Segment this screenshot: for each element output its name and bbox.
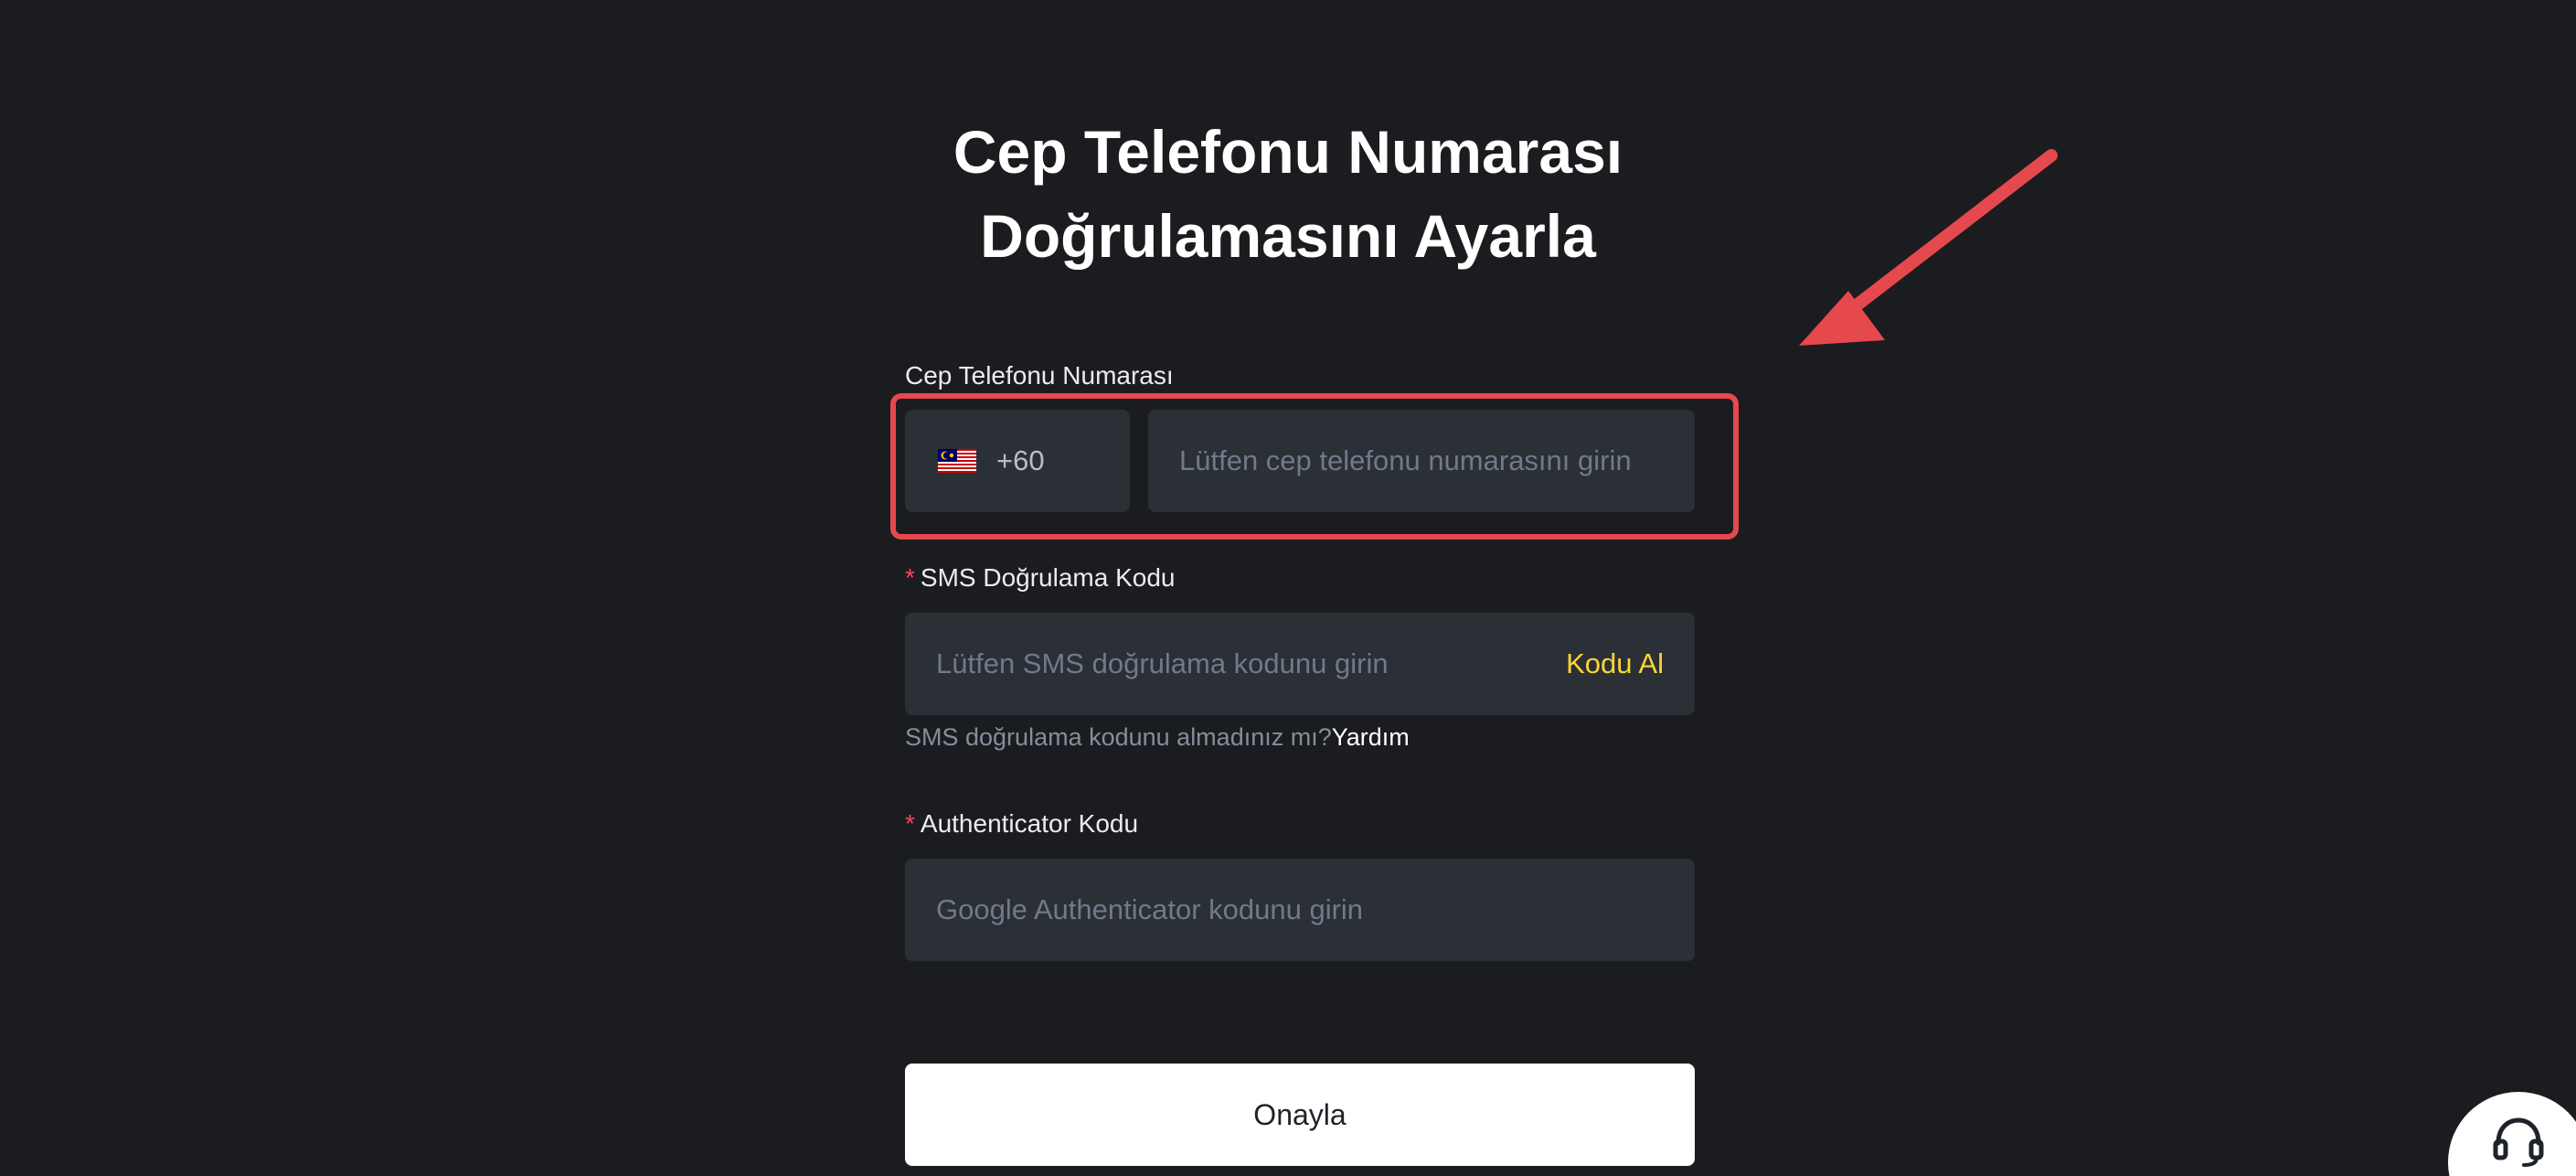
page: Cep Telefonu Numarası Doğrulamasını Ayar… [0,0,2576,1176]
phone-label: Cep Telefonu Numarası [905,361,1174,390]
authenticator-code-placeholder: Google Authenticator kodunu girin [936,893,1364,925]
sms-help-line: SMS doğrulama kodunu almadınız mı?Yardım [905,721,1410,754]
sms-code-input[interactable]: Lütfen SMS doğrulama kodunu girin Kodu A… [905,613,1695,715]
country-code-select[interactable]: +60 [905,410,1130,512]
sms-code-label-text: SMS Doğrulama Kodu [920,563,1176,592]
authenticator-code-input[interactable]: Google Authenticator kodunu girin [905,859,1695,961]
authenticator-label-text: Authenticator Kodu [920,809,1139,838]
page-title-line-2: Doğrulamasını Ayarla [980,202,1596,270]
required-mark: * [905,809,915,838]
sms-help-text: SMS doğrulama kodunu almadınız mı? [905,723,1332,751]
sms-code-label: * SMS Doğrulama Kodu [905,561,1175,594]
phone-number-placeholder: Lütfen cep telefonu numarasını girin [1179,444,1632,476]
page-title-line-1: Cep Telefonu Numarası [953,118,1623,186]
sms-code-placeholder: Lütfen SMS doğrulama kodunu girin [936,647,1389,679]
malaysia-flag-icon [938,449,976,473]
required-mark: * [905,563,915,592]
phone-number-input[interactable]: Lütfen cep telefonu numarasını girin [1148,410,1695,512]
get-code-button[interactable]: Kodu Al [1566,647,1664,680]
confirm-button[interactable]: Onayla [905,1064,1695,1166]
help-link[interactable]: Yardım [1332,723,1410,751]
headset-icon [2493,1117,2544,1167]
country-code-value: +60 [996,444,1045,476]
authenticator-label: * Authenticator Kodu [905,807,1138,840]
page-title: Cep Telefonu Numarası Doğrulamasını Ayar… [0,110,2576,278]
support-button[interactable] [2448,1092,2576,1176]
